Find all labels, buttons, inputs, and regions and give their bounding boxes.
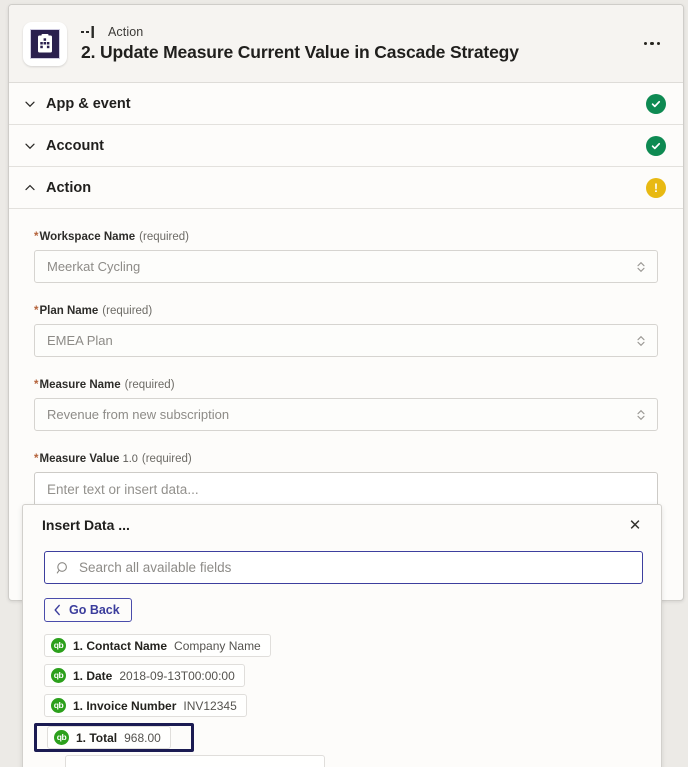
step-header-text: Action 2. Update Measure Current Value i… [81,24,635,63]
field-chip-key: 1. Contact Name [73,638,168,653]
plan-name-value: EMEA Plan [47,333,113,348]
up-down-chevron-icon [636,259,646,274]
quickbooks-icon: qb [51,698,66,713]
field-name: Measure Name [39,379,121,391]
chevron-left-icon [54,604,60,616]
go-back-label: Go Back [69,603,120,617]
field-version: 1.0 [122,453,138,465]
workspace-name-value: Meerkat Cycling [47,259,141,274]
field-name: Plan Name [39,305,99,317]
field-label: *Workspace Name (required) [34,231,658,243]
field-label: *Plan Name (required) [34,305,658,317]
required-asterisk: * [34,453,39,465]
measure-name-select[interactable]: Revenue from new subscription [34,398,658,431]
field-chip-value: Company Name [174,638,261,653]
required-asterisk: * [34,305,39,317]
measure-value-input[interactable]: Enter text or insert data... [34,472,658,507]
field-chip-contact-name[interactable]: qb 1. Contact Name Company Name [44,634,271,657]
field-required-note: (required) [102,305,153,317]
measure-value-placeholder: Enter text or insert data... [47,482,199,497]
screen-root: Action 2. Update Measure Current Value i… [0,0,688,767]
cascade-strategy-app-icon [23,21,67,66]
exclamation-circle-icon [646,177,666,198]
up-down-chevron-icon [636,407,646,422]
field-chip-value: 2018-09-13T00:00:00 [119,668,235,683]
section-label: App & event [46,95,131,112]
available-fields-list: qb 1. Contact Name Company Name qb 1. Da… [23,633,661,767]
chevron-down-icon [23,97,37,111]
chevron-down-icon [23,139,37,153]
list-item[interactable]: qb 1. Date 2018-09-13T00:00:00 [44,663,661,688]
app-icon-glyph [30,28,60,59]
workspace-name-select[interactable]: Meerkat Cycling [34,250,658,283]
field-name: Workspace Name [39,231,136,243]
up-down-chevron-icon [636,333,646,348]
list-item[interactable]: qb 1. Invoice Number INV12345 [44,693,661,718]
go-back-button[interactable]: Go Back [44,598,132,622]
check-circle-icon [646,135,666,156]
quickbooks-icon: qb [51,638,66,653]
section-row-action[interactable]: Action [9,167,683,209]
field-chip-key: 1. Date [73,668,113,683]
step-kicker: Action [81,24,635,39]
field-name: Measure Value [39,453,120,465]
section-row-account[interactable]: Account [9,125,683,167]
kebab-menu-icon[interactable] [635,29,669,59]
action-form: *Workspace Name (required) Meerkat Cyclin… [9,209,683,539]
field-chip-total[interactable]: qb 1. Total 968.00 [47,726,171,749]
list-item-partial[interactable] [65,755,325,767]
field-workspace-name: *Workspace Name (required) Meerkat Cyclin… [34,231,658,283]
field-label: *Measure Name (required) [34,379,658,391]
field-measure-name: *Measure Name (required) Revenue from new… [34,379,658,431]
field-plan-name: *Plan Name (required) EMEA Plan [34,305,658,357]
measure-name-value: Revenue from new subscription [47,407,230,422]
section-label: Account [46,137,104,154]
field-required-note: (required) [141,453,192,465]
insert-data-panel: Insert Data ... ✕ Search all available f… [22,504,662,767]
field-chip-value: 968.00 [124,730,161,745]
field-measure-value: *Measure Value 1.0 (required) Enter text … [34,453,658,507]
field-chip-invoice-number[interactable]: qb 1. Invoice Number INV12345 [44,694,247,717]
section-label: Action [46,179,92,196]
field-required-note: (required) [139,231,190,243]
field-chip-date[interactable]: qb 1. Date 2018-09-13T00:00:00 [44,664,245,687]
insert-data-header: Insert Data ... ✕ [23,505,661,545]
quickbooks-icon: qb [54,730,69,745]
search-input[interactable]: Search all available fields [44,551,643,584]
field-chip-key: 1. Invoice Number [73,698,177,713]
chevron-up-icon [23,181,37,195]
field-label: *Measure Value 1.0 (required) [34,453,658,465]
field-chip-key: 1. Total [76,730,118,745]
required-asterisk: * [34,231,39,243]
document-grid-icon [38,33,52,52]
section-row-app-event[interactable]: App & event [9,83,683,125]
flow-step-icon [81,25,94,38]
close-icon[interactable]: ✕ [625,515,645,535]
step-header: Action 2. Update Measure Current Value i… [9,5,683,83]
insert-data-title: Insert Data ... [42,517,130,533]
list-item[interactable]: qb 1. Contact Name Company Name [44,633,661,658]
page-title: 2. Update Measure Current Value in Casca… [81,42,519,62]
plan-name-select[interactable]: EMEA Plan [34,324,658,357]
search-placeholder: Search all available fields [79,560,232,575]
field-chip-value: INV12345 [183,698,237,713]
list-item-highlighted[interactable]: qb 1. Total 968.00 [34,723,194,752]
search-icon [56,561,67,573]
check-circle-icon [646,93,666,114]
field-required-note: (required) [124,379,175,391]
quickbooks-icon: qb [51,668,66,683]
required-asterisk: * [34,379,39,391]
step-kicker-label: Action [108,24,144,39]
